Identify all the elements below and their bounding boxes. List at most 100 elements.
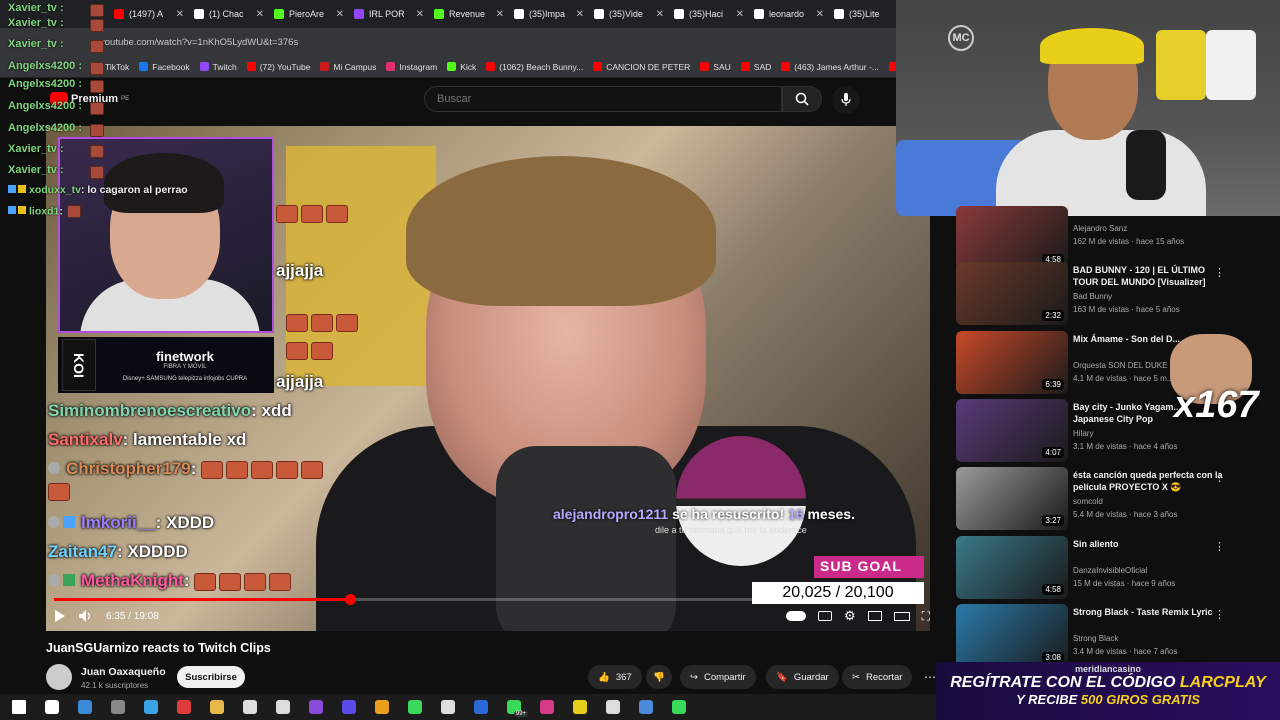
autoplay-toggle[interactable]	[785, 611, 806, 621]
taskbar-obs-icon[interactable]	[602, 696, 624, 718]
taskbar-spotify-icon[interactable]	[668, 696, 690, 718]
video-title[interactable]: ésta canción queda perfecta con la pelíc…	[1073, 469, 1223, 493]
search-input[interactable]	[424, 86, 782, 112]
video-title[interactable]: Sin aliento	[1073, 538, 1223, 550]
taskbar-app-icon[interactable]	[536, 696, 558, 718]
taskbar-app-icon[interactable]	[305, 696, 327, 718]
share-button[interactable]: ↪ Compartir	[680, 665, 756, 689]
captions-icon[interactable]	[817, 611, 832, 621]
close-icon[interactable]: ✕	[336, 9, 344, 20]
more-options-icon[interactable]: ⋮	[1214, 471, 1225, 484]
bookmark-item[interactable]: (463) James Arthur -...	[781, 62, 879, 72]
browser-tab[interactable]: leonardo ✕	[748, 0, 828, 28]
channel-name[interactable]: somcold	[1073, 497, 1103, 506]
taskbar-calculator-icon[interactable]	[437, 696, 459, 718]
bookmark-item[interactable]: Mi Campus	[320, 62, 376, 72]
save-button[interactable]: 🔖 Guardar	[766, 665, 839, 689]
browser-tab[interactable]: (1) Chac ✕	[188, 0, 268, 28]
close-icon[interactable]: ✕	[736, 9, 744, 20]
channel-name[interactable]: Strong Black	[1073, 634, 1118, 643]
taskbar-whatsapp-icon[interactable]: 99+	[503, 696, 529, 718]
video-thumbnail[interactable]: 4:07	[956, 399, 1068, 462]
taskbar-store-icon[interactable]	[74, 696, 96, 718]
more-options-icon[interactable]: ⋮	[1214, 540, 1225, 553]
taskbar-windows-start-icon[interactable]	[8, 696, 30, 718]
bookmark-item[interactable]: Facebook	[139, 62, 190, 72]
close-icon[interactable]: ✕	[256, 9, 264, 20]
video-title[interactable]: Strong Black - Taste Remix Lyric	[1073, 606, 1223, 618]
taskbar-folder-icon[interactable]	[206, 696, 228, 718]
browser-tab[interactable]: (1497) A ✕	[108, 0, 188, 28]
taskbar-steam-icon[interactable]	[635, 696, 657, 718]
more-actions-icon[interactable]: ⋯	[924, 670, 936, 684]
taskbar-notes-icon[interactable]	[569, 696, 591, 718]
bookmark-item[interactable]: (72) YouTube	[246, 62, 310, 72]
video-thumbnail[interactable]: 4:58	[956, 206, 1068, 269]
video-thumbnail[interactable]: 2:32	[956, 262, 1068, 325]
taskbar-search-icon[interactable]	[41, 696, 63, 718]
close-icon[interactable]: ✕	[576, 9, 584, 20]
theater-mode-icon[interactable]	[893, 611, 910, 621]
taskbar-chrome-icon[interactable]	[371, 696, 393, 718]
taskbar-app-icon[interactable]	[272, 696, 294, 718]
taskbar-app-icon[interactable]	[239, 696, 261, 718]
fullscreen-icon[interactable]: ⛶	[922, 609, 930, 624]
like-button[interactable]: 👍 367	[588, 665, 642, 689]
video-thumbnail[interactable]: 6:39	[956, 331, 1068, 394]
close-icon[interactable]: ✕	[176, 9, 184, 20]
taskbar-discord-icon[interactable]	[338, 696, 360, 718]
clip-button[interactable]: ✂ Recortar	[842, 665, 913, 689]
url-text[interactable]: youtube.com/watch?v=1nKhO5LydWU&t=376s	[100, 37, 298, 48]
taskbar-word-icon[interactable]	[470, 696, 492, 718]
search-button[interactable]	[782, 86, 822, 112]
bookmark-item[interactable]: Kick	[447, 62, 476, 72]
voice-search-button[interactable]	[832, 86, 860, 114]
recommended-video[interactable]: 3:27 ésta canción queda perfecta con la p…	[956, 467, 1256, 531]
taskbar-app-icon[interactable]	[107, 696, 129, 718]
close-icon[interactable]: ✕	[816, 9, 824, 20]
browser-tab[interactable]: PieroAre ✕	[268, 0, 348, 28]
close-icon[interactable]: ✕	[416, 9, 424, 20]
bookmark-item[interactable]: CANCION DE PETER	[593, 62, 690, 72]
more-options-icon[interactable]: ⋮	[1214, 608, 1225, 621]
channel-name[interactable]: Hilary	[1073, 429, 1093, 438]
channel-name[interactable]: DanzaInvisibleOficial	[1073, 566, 1147, 575]
volume-icon[interactable]	[78, 609, 94, 623]
channel-avatar[interactable]	[46, 664, 72, 690]
video-progress-bar[interactable]	[54, 594, 914, 605]
more-options-icon[interactable]: ⋮	[1214, 266, 1225, 279]
browser-tab[interactable]: (35)Lite✕	[828, 0, 896, 28]
recommended-video[interactable]: 2:32 BAD BUNNY - 120 | EL ÚLTIMO TOUR DEL…	[956, 262, 1256, 326]
video-thumbnail[interactable]: 3:27	[956, 467, 1068, 530]
recommended-video[interactable]: 4:58 Sin aliento DanzaInvisibleOficial 15 M…	[956, 536, 1256, 600]
browser-tab[interactable]: (35)Impa ✕	[508, 0, 588, 28]
browser-tab[interactable]: IRL POR ✕	[348, 0, 428, 28]
bookmark-item[interactable]: Twitch	[199, 62, 237, 72]
video-thumbnail[interactable]: 4:58	[956, 536, 1068, 599]
channel-name[interactable]: Bad Bunny	[1073, 292, 1112, 301]
bookmark-item[interactable]: Instagram	[386, 62, 437, 72]
bookmark-item[interactable]: SAD	[740, 62, 771, 72]
close-icon[interactable]: ✕	[496, 9, 504, 20]
miniplayer-icon[interactable]	[867, 611, 882, 621]
settings-gear-icon[interactable]: ⚙	[844, 608, 856, 624]
subscribe-button[interactable]: Suscribirse	[177, 666, 245, 688]
taskbar-app-icon[interactable]	[404, 696, 426, 718]
dislike-button[interactable]: 👎	[646, 665, 672, 689]
channel-name[interactable]: Alejandro Sanz	[1073, 224, 1127, 233]
close-icon[interactable]: ✕	[656, 9, 664, 20]
taskbar-edge-icon[interactable]	[140, 696, 162, 718]
play-icon[interactable]	[54, 609, 66, 623]
bookmark-item[interactable]: SAU	[700, 62, 731, 72]
video-thumbnail[interactable]: 3:08	[956, 604, 1068, 667]
browser-tab[interactable]: Revenue ✕	[428, 0, 508, 28]
browser-tab[interactable]: (35)Haci ✕	[668, 0, 748, 28]
taskbar-app-icon[interactable]	[173, 696, 195, 718]
channel-name[interactable]: Orquesta SON DEL DUKE	[1073, 361, 1167, 370]
recommended-video[interactable]: 3:08 Strong Black - Taste Remix Lyric Stro…	[956, 604, 1256, 668]
channel-name[interactable]: Juan Oaxaqueño	[81, 666, 166, 678]
video-title[interactable]: BAD BUNNY - 120 | EL ÚLTIMO TOUR DEL MUN…	[1073, 264, 1223, 288]
bookmark-item[interactable]: DRA	[888, 62, 896, 72]
bookmark-item[interactable]: (1062) Beach Bunny...	[486, 62, 583, 72]
browser-tab[interactable]: (35)Vide ✕	[588, 0, 668, 28]
